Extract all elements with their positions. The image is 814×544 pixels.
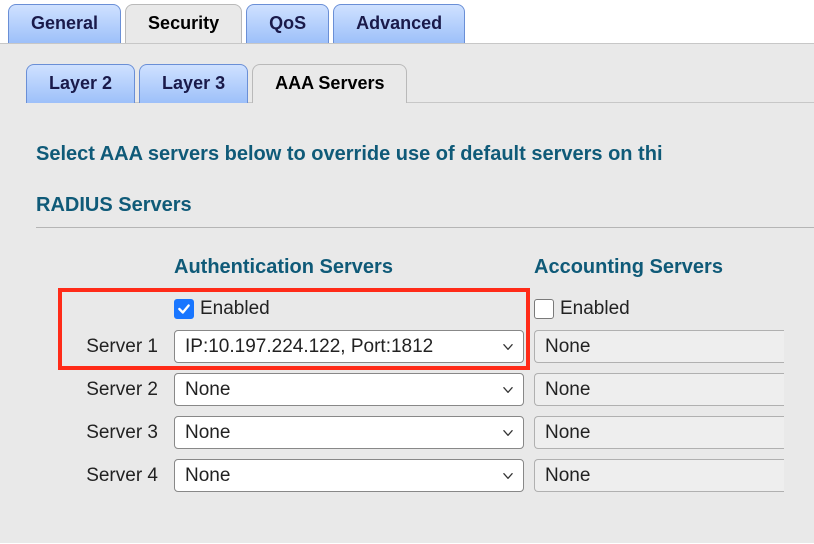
chevron-down-icon (501, 340, 515, 354)
auth-server-value: None (185, 422, 230, 444)
server-row: Server 4 None None (64, 454, 794, 497)
acct-server-value: None (545, 422, 590, 444)
acct-server-value: None (545, 465, 590, 487)
server-row: Server 3 None None (64, 411, 794, 454)
acct-enabled-checkbox[interactable] (534, 299, 554, 319)
enabled-row: Enabled Enabled (64, 293, 794, 325)
server-label: Server 1 (64, 325, 174, 368)
sub-tabs: Layer 2 Layer 3 AAA Servers (26, 64, 814, 103)
server-row: Server 1 IP:10.197.224.122, Port:1812 None (64, 325, 794, 368)
acct-servers-header: Accounting Servers (534, 256, 794, 293)
acct-server-select[interactable]: None (534, 373, 784, 406)
tab-general[interactable]: General (8, 4, 121, 43)
tab-security[interactable]: Security (125, 4, 242, 43)
auth-server-select[interactable]: None (174, 373, 524, 406)
servers-table: Authentication Servers Accounting Server… (64, 256, 794, 497)
tab-qos[interactable]: QoS (246, 4, 329, 43)
top-tabs: General Security QoS Advanced (0, 0, 814, 43)
acct-server-value: None (545, 379, 590, 401)
chevron-down-icon (501, 426, 515, 440)
content-area: Layer 2 Layer 3 AAA Servers Select AAA s… (0, 43, 814, 543)
server-label: Server 2 (64, 368, 174, 411)
server-label: Server 4 (64, 454, 174, 497)
auth-enabled-checkbox[interactable] (174, 299, 194, 319)
acct-server-value: None (545, 336, 590, 358)
subtab-layer2[interactable]: Layer 2 (26, 64, 135, 103)
acct-server-select[interactable]: None (534, 330, 784, 363)
auth-server-select[interactable]: IP:10.197.224.122, Port:1812 (174, 330, 524, 363)
section-divider (36, 227, 814, 228)
tab-advanced[interactable]: Advanced (333, 4, 465, 43)
auth-server-select[interactable]: None (174, 459, 524, 492)
auth-server-value: None (185, 379, 230, 401)
auth-server-select[interactable]: None (174, 416, 524, 449)
server-label: Server 3 (64, 411, 174, 454)
chevron-down-icon (501, 469, 515, 483)
subtab-layer3[interactable]: Layer 3 (139, 64, 248, 103)
chevron-down-icon (501, 383, 515, 397)
auth-enabled-label: Enabled (200, 298, 270, 320)
aaa-panel: Select AAA servers below to override use… (26, 102, 814, 497)
acct-enabled-label: Enabled (560, 298, 630, 320)
aaa-intro-text: Select AAA servers below to override use… (36, 143, 814, 166)
subtab-aaa-servers[interactable]: AAA Servers (252, 64, 407, 103)
auth-server-value: IP:10.197.224.122, Port:1812 (185, 336, 433, 358)
server-row: Server 2 None None (64, 368, 794, 411)
auth-server-value: None (185, 465, 230, 487)
auth-servers-header: Authentication Servers (174, 256, 534, 293)
radius-section-title: RADIUS Servers (36, 194, 814, 217)
acct-server-select[interactable]: None (534, 416, 784, 449)
acct-server-select[interactable]: None (534, 459, 784, 492)
